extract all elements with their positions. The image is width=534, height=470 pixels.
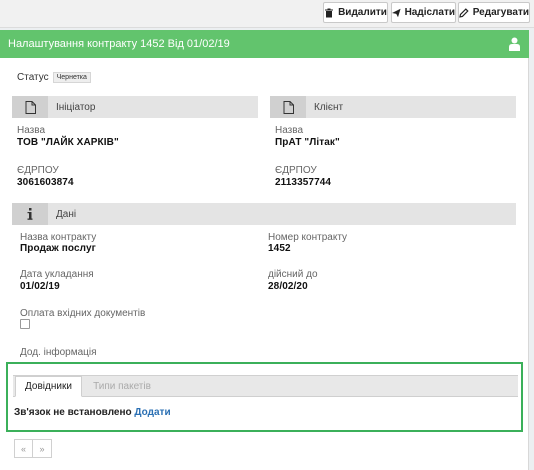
tabs-bar: Довідники Типи пакетів	[13, 375, 518, 397]
edit-button[interactable]: Редагувати	[458, 2, 530, 23]
initiator-name-value: ТОВ "ЛАЙК ХАРКІВ"	[17, 137, 119, 148]
client-name-label: Назва	[275, 125, 304, 136]
delete-button[interactable]: Видалити	[323, 2, 388, 23]
extra-info-label: Дод. інформація	[20, 347, 97, 358]
top-toolbar: Видалити Надіслати Редагувати	[0, 0, 534, 28]
panel-header: Налаштування контракту 1452 Від 01/02/19	[0, 30, 529, 58]
client-section-bar: Клієнт	[270, 96, 516, 118]
tab-references[interactable]: Довідники	[15, 376, 82, 397]
delete-label: Видалити	[338, 7, 387, 18]
valid-until-value: 28/02/20	[268, 281, 308, 292]
client-name-value: ПрАТ "Літак"	[275, 137, 340, 148]
sign-date-value: 01/02/19	[20, 281, 60, 292]
initiator-title: Ініціатор	[56, 101, 96, 113]
client-title: Клієнт	[314, 101, 344, 113]
payment-label: Оплата вхідних документів	[20, 308, 146, 319]
initiator-edrpou-label: ЄДРПОУ	[17, 165, 59, 176]
valid-until-label: дійсний до	[268, 269, 318, 280]
sign-date-label: Дата укладання	[20, 269, 94, 280]
trash-icon	[325, 8, 334, 17]
status-badge: Чернетка	[52, 72, 91, 83]
add-link[interactable]: Додати	[134, 407, 170, 418]
pager-prev-button[interactable]: «	[14, 439, 33, 458]
data-section-bar: Дані	[12, 203, 516, 225]
pagination: « »	[14, 439, 52, 458]
tab-package-types[interactable]: Типи пакетів	[87, 376, 157, 397]
info-icon	[12, 203, 48, 225]
document-icon	[270, 96, 306, 118]
page-title: Налаштування контракту 1452 Від 01/02/19	[8, 38, 230, 50]
document-icon	[12, 96, 48, 118]
status-row: Статус Чернетка	[17, 72, 91, 83]
send-button[interactable]: Надіслати	[391, 2, 456, 23]
contract-number-label: Номер контракту	[268, 232, 348, 243]
initiator-name-label: Назва	[17, 125, 46, 136]
relation-status: Зв'язок не встановлено Додати	[14, 407, 171, 418]
contract-name-value: Продаж послуг	[20, 243, 96, 254]
initiator-edrpou-value: 3061603874	[17, 177, 74, 188]
contract-number-value: 1452	[268, 243, 291, 254]
data-title: Дані	[56, 208, 77, 220]
pager-next-button[interactable]: »	[33, 439, 52, 458]
edit-icon	[459, 7, 469, 18]
contract-panel: Налаштування контракту 1452 Від 01/02/19…	[0, 30, 529, 470]
status-label: Статус	[17, 72, 49, 83]
edit-label: Редагувати	[472, 7, 529, 18]
payment-checkbox[interactable]	[20, 319, 30, 329]
contract-name-label: Назва контракту	[20, 232, 97, 243]
references-box: Довідники Типи пакетів Зв'язок не встано…	[6, 362, 523, 432]
user-icon[interactable]	[509, 37, 520, 51]
client-edrpou-value: 2113357744	[275, 177, 332, 188]
client-edrpou-label: ЄДРПОУ	[275, 165, 317, 176]
send-icon	[392, 8, 401, 17]
relation-text: Зв'язок не встановлено	[14, 407, 132, 418]
initiator-section-bar: Ініціатор	[12, 96, 258, 118]
send-label: Надіслати	[404, 7, 455, 18]
